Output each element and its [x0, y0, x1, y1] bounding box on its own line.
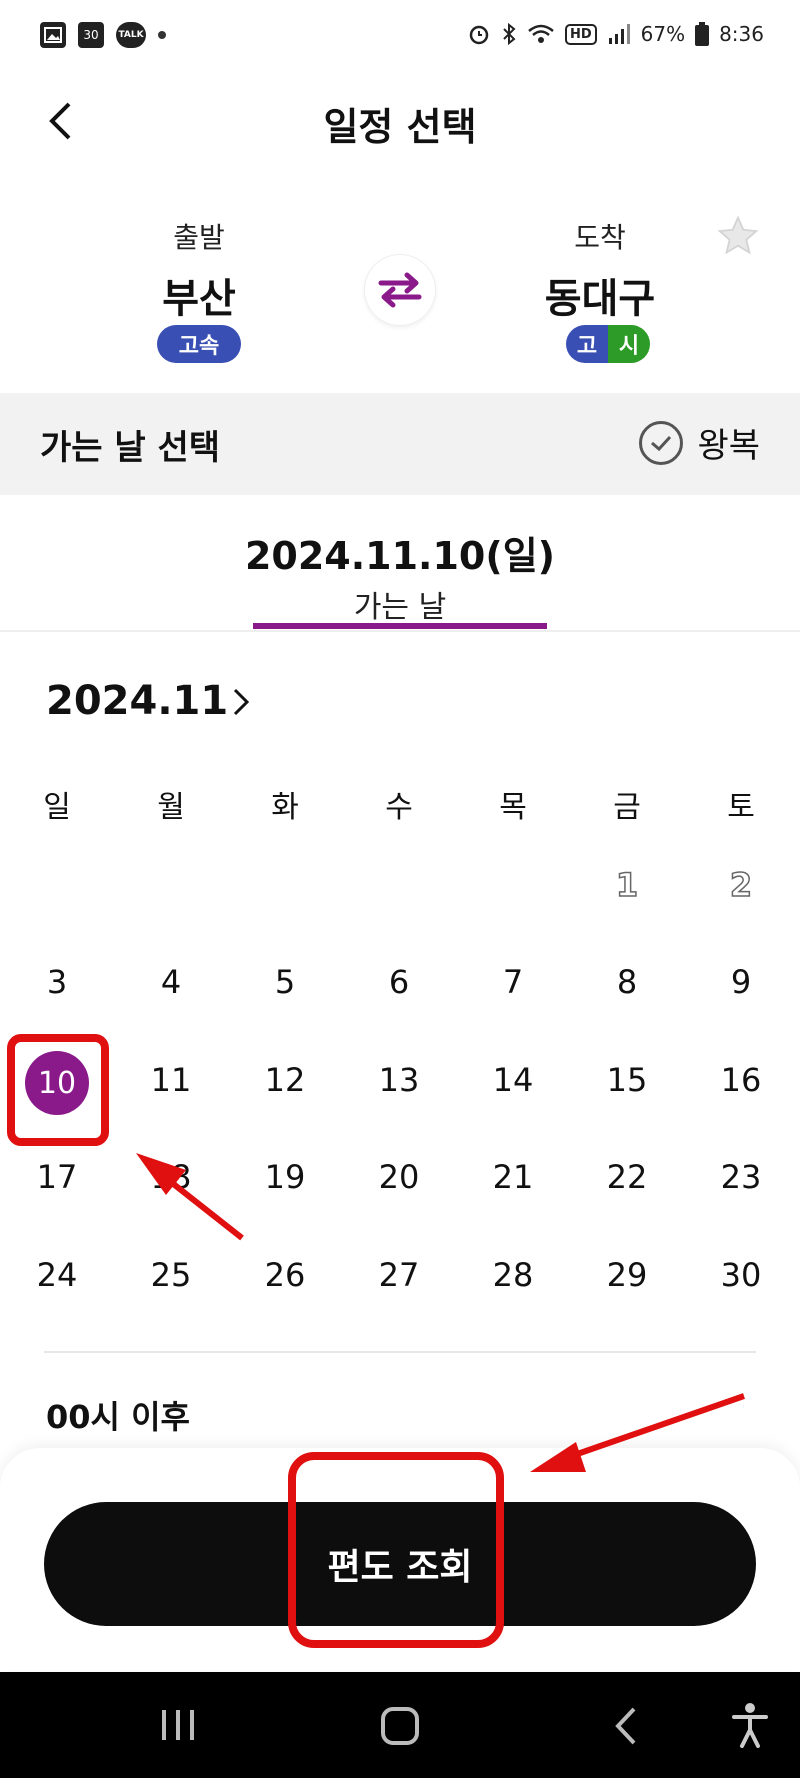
- calendar-day[interactable]: 29: [570, 1256, 684, 1294]
- calendar-day[interactable]: 16: [684, 1061, 798, 1099]
- alarm-icon: [469, 25, 489, 45]
- departure-label: 출발: [173, 221, 225, 254]
- accessibility-icon[interactable]: [732, 1702, 768, 1752]
- swap-arrows-icon: [378, 272, 422, 308]
- clock: 8:36: [719, 22, 764, 46]
- status-bar: 30 TALK HD 67% 8:36: [0, 0, 800, 72]
- calendar-divider: [44, 1351, 756, 1353]
- calendar-day[interactable]: 12: [228, 1061, 342, 1099]
- calendar-30-icon: 30: [78, 22, 104, 48]
- chevron-right-icon: [233, 688, 250, 716]
- calendar-day[interactable]: 17: [0, 1158, 114, 1196]
- swap-route-button[interactable]: [365, 255, 435, 325]
- tab-divider: [0, 630, 800, 632]
- hd-icon: HD: [564, 23, 597, 45]
- time-filter[interactable]: 00시 이후: [46, 1392, 190, 1438]
- status-left-icons: 30 TALK: [40, 22, 166, 48]
- calendar-day[interactable]: 11: [114, 1061, 228, 1099]
- battery-percent: 67%: [640, 22, 686, 46]
- back-icon[interactable]: [612, 1706, 638, 1750]
- calendar-day[interactable]: 1: [570, 865, 684, 905]
- weekday-label: 화: [271, 790, 299, 825]
- tab-departure-day[interactable]: 가는 날: [0, 582, 800, 626]
- star-icon: [717, 215, 759, 255]
- calendar-day[interactable]: 18: [114, 1158, 228, 1196]
- departure-city[interactable]: 부산: [99, 266, 299, 324]
- arrival-label: 도착: [574, 221, 626, 254]
- kakaotalk-icon: TALK: [116, 22, 146, 48]
- status-right-icons: HD 67% 8:36: [467, 22, 764, 46]
- calendar-day[interactable]: 28: [456, 1256, 570, 1294]
- date-select-title: 가는 날 선택: [40, 428, 221, 468]
- arrival-tag: 고 시: [566, 325, 650, 363]
- dot-icon: [158, 31, 166, 39]
- gallery-icon: [40, 22, 66, 48]
- battery-icon: [695, 22, 710, 46]
- page-title: 일정 선택: [323, 105, 477, 149]
- calendar-day[interactable]: 30: [684, 1256, 798, 1294]
- bluetooth-icon: [503, 22, 516, 46]
- weekday-label: 금: [613, 790, 641, 825]
- calendar-day[interactable]: 21: [456, 1158, 570, 1196]
- tab-active-indicator: [253, 623, 547, 629]
- calendar-month: 2024.11: [46, 678, 229, 724]
- calendar-day[interactable]: 27: [342, 1256, 456, 1294]
- calendar-day[interactable]: 4: [114, 963, 228, 1001]
- calendar-day[interactable]: 26: [228, 1256, 342, 1294]
- weekday-label: 목: [499, 790, 527, 825]
- system-nav-bar: [0, 1672, 800, 1778]
- calendar-day[interactable]: 15: [570, 1061, 684, 1099]
- calendar-day[interactable]: 6: [342, 963, 456, 1001]
- calendar-day[interactable]: 22: [570, 1158, 684, 1196]
- express-tag: 고: [566, 325, 608, 363]
- calendar-day[interactable]: 2: [684, 865, 798, 905]
- roundtrip-toggle[interactable]: 왕복: [639, 418, 760, 467]
- calendar-day[interactable]: 13: [342, 1061, 456, 1099]
- home-icon[interactable]: [380, 1706, 420, 1750]
- intercity-tag: 시: [608, 325, 650, 363]
- calendar-day[interactable]: 14: [456, 1061, 570, 1099]
- express-tag: 고속: [178, 334, 220, 359]
- weekday-label: 토: [727, 790, 755, 825]
- calendar-day[interactable]: 7: [456, 963, 570, 1001]
- recent-apps-icon[interactable]: [160, 1708, 196, 1746]
- arrival-city[interactable]: 동대구: [500, 266, 700, 324]
- calendar-day[interactable]: 20: [342, 1158, 456, 1196]
- weekday-label: 수: [385, 790, 413, 825]
- wifi-icon: [528, 24, 554, 43]
- calendar-day[interactable]: 19: [228, 1158, 342, 1196]
- signal-icon: [608, 24, 630, 44]
- next-month-button[interactable]: [232, 682, 262, 722]
- selected-date[interactable]: 2024.11.10(일): [0, 525, 800, 580]
- roundtrip-label: 왕복: [697, 426, 760, 466]
- calendar-day[interactable]: 9: [684, 963, 798, 1001]
- annotation-highlight-date: [7, 1034, 109, 1146]
- weekday-label: 월: [157, 790, 185, 825]
- calendar-day[interactable]: 5: [228, 963, 342, 1001]
- annotation-highlight-button: [288, 1452, 504, 1648]
- calendar-day[interactable]: 23: [684, 1158, 798, 1196]
- check-circle-icon: [639, 420, 684, 465]
- departure-tag: 고속: [157, 325, 241, 363]
- calendar-day[interactable]: 3: [0, 963, 114, 1001]
- weekday-label: 일: [43, 790, 71, 825]
- calendar-day[interactable]: 8: [570, 963, 684, 1001]
- calendar-day[interactable]: 25: [114, 1256, 228, 1294]
- calendar-day[interactable]: 24: [0, 1256, 114, 1294]
- favorite-button[interactable]: [716, 214, 760, 258]
